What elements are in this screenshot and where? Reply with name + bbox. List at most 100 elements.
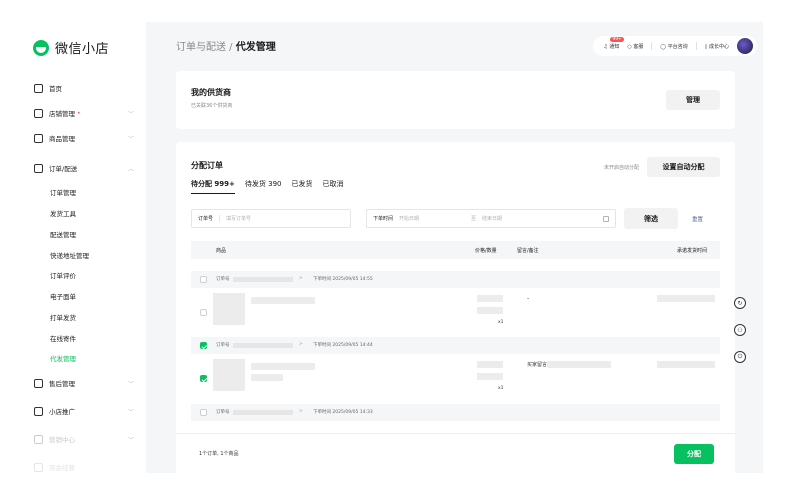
- app-window: 微信小店 首页 店铺管理 • ﹀ 商品管理 ﹀ 订单/配送 ︿ 订单管理 发货工…: [0, 0, 785, 494]
- chevron-down-icon: ﹀: [127, 380, 134, 388]
- brand[interactable]: 微信小店: [33, 38, 109, 57]
- robot-icon[interactable]: ⚇: [734, 324, 746, 336]
- assign-title: 分配订单: [191, 161, 223, 170]
- sidebar-item-store[interactable]: 店铺管理 • ﹀: [34, 105, 134, 121]
- sidebar-subitem-eform[interactable]: 电子面单: [50, 291, 76, 301]
- manage-button[interactable]: 管理: [666, 90, 720, 110]
- order-number-field[interactable]: 订单号 填写订单号: [191, 209, 351, 228]
- sidebar-subitem-dropship[interactable]: 代发管理: [50, 353, 76, 363]
- breadcrumb: 订单与配送 / 代发管理: [176, 38, 276, 53]
- sidebar-item-label: 资金结算: [49, 464, 75, 472]
- auto-assign-button[interactable]: 设置自动分配: [647, 157, 720, 177]
- sidebar-subitem-print-ship[interactable]: 打单发货: [50, 312, 76, 322]
- tab-to-ship[interactable]: 待发货 390: [245, 179, 282, 194]
- wallet-icon: [34, 462, 43, 472]
- chat-icon: ◯: [660, 43, 667, 50]
- chevron-down-icon: ﹀: [127, 408, 134, 416]
- sidebar-item-label: 小店推广: [49, 408, 75, 416]
- main-content: 订单与配送 / 代发管理 ♫ 通知 99+ ○ 客服 ◯ 平台咨询 ▯ 成长中心…: [146, 22, 763, 473]
- divider: [651, 42, 653, 50]
- calendar-icon: [603, 215, 609, 222]
- order-number-label: 订单号: [216, 277, 230, 282]
- chevron-right-icon[interactable]: >: [299, 342, 303, 347]
- refresh-icon[interactable]: ↻: [734, 297, 746, 309]
- sidebar-subitem-address[interactable]: 快递地址管理: [50, 250, 89, 260]
- sidebar-item-label: 首页: [49, 85, 62, 93]
- quantity: x1: [498, 320, 504, 325]
- service-label: 客服: [633, 43, 644, 50]
- order-number-placeholder-bar: [233, 343, 293, 348]
- sidebar-item-marketing[interactable]: 营销中心 ﹀: [34, 431, 134, 447]
- sidebar-subitem-online-send[interactable]: 在线寄件: [50, 333, 76, 343]
- order-checkbox[interactable]: [200, 276, 207, 283]
- order-number-label: 订单号: [216, 410, 230, 415]
- chevron-up-icon: ︿: [127, 165, 134, 173]
- order-number-placeholder-bar: [233, 410, 293, 415]
- order-checkbox[interactable]: [200, 409, 207, 416]
- order-time-range[interactable]: 下单时间 开始日期 至 结束日期: [366, 209, 616, 228]
- power-icon[interactable]: ⏻: [734, 351, 746, 363]
- table-header: 商品 价格/数量 留言/备注 承诺发货时间: [191, 241, 720, 259]
- row-checkbox-checked[interactable]: [200, 375, 207, 382]
- col-price: 价格/数量: [475, 248, 497, 254]
- ship-time-skeleton: [657, 295, 715, 302]
- ship-time-skeleton: [657, 361, 715, 368]
- order-number-label: 订单号: [198, 216, 214, 222]
- assign-orders-card: 分配订单 未开启自动分配 设置自动分配 待分配 999+ 待发货 390 已发货…: [176, 142, 735, 473]
- order-icon: [34, 163, 43, 173]
- sidebar-item-aftersale[interactable]: 售后管理 ﹀: [34, 375, 134, 391]
- chevron-down-icon: ﹀: [127, 436, 134, 444]
- growth-button[interactable]: ▯ 成长中心: [705, 43, 729, 50]
- order-group-header: 订单号 > 下单时间 2025/09/05 14:55: [191, 271, 720, 288]
- avatar[interactable]: [737, 38, 753, 54]
- breadcrumb-parent[interactable]: 订单与配送 /: [176, 42, 236, 53]
- sidebar-subitem-order-manage[interactable]: 订单管理: [50, 187, 76, 197]
- table-row: x1 -: [191, 290, 720, 335]
- tab-pending[interactable]: 待分配 999+: [191, 179, 235, 194]
- order-checkbox-checked[interactable]: [200, 342, 207, 349]
- auto-assign-status: 未开启自动分配: [603, 165, 639, 171]
- refresh-icon: [34, 378, 43, 388]
- sidebar-item-funds[interactable]: 资金结算: [34, 459, 134, 473]
- order-time: 下单时间 2025/09/05 14:55: [313, 277, 373, 282]
- header-toolbox: ♫ 通知 99+ ○ 客服 ◯ 平台咨询 ▯ 成长中心: [593, 36, 757, 56]
- chevron-down-icon: ﹀: [127, 135, 134, 143]
- tab-shipped[interactable]: 已发货: [292, 179, 313, 194]
- tab-cancelled[interactable]: 已取消: [323, 179, 344, 194]
- bell-icon: ♫: [603, 43, 608, 50]
- notice-button[interactable]: ♫ 通知 99+: [603, 36, 624, 50]
- chart-icon: [34, 406, 43, 416]
- filter-button[interactable]: 筛选: [624, 208, 678, 229]
- chevron-right-icon[interactable]: >: [299, 276, 303, 281]
- product-image: [213, 359, 245, 391]
- order-group-header: 订单号 > 下单时间 2025/09/05 14:44: [191, 337, 720, 354]
- sidebar-subitem-reviews[interactable]: 订单评价: [50, 270, 76, 280]
- notice-badge: 99+: [610, 36, 624, 42]
- gift-icon: [34, 434, 43, 444]
- brand-name: 微信小店: [55, 42, 110, 57]
- notice-label: 通知: [609, 43, 620, 50]
- divider: [219, 215, 221, 222]
- end-date-input[interactable]: 结束日期: [482, 215, 502, 222]
- sidebar-subitem-ship-tools[interactable]: 发货工具: [50, 208, 76, 218]
- sidebar-item-label: 店铺管理: [49, 110, 75, 118]
- sidebar-item-products[interactable]: 商品管理 ﹀: [34, 130, 134, 146]
- sidebar-item-label: 订单/配送: [49, 165, 78, 173]
- order-tabs: 待分配 999+ 待发货 390 已发货 已取消: [191, 179, 344, 194]
- reset-link[interactable]: 重置: [692, 215, 703, 223]
- start-date-input[interactable]: 开始日期: [399, 215, 419, 222]
- service-button[interactable]: ○ 客服: [627, 43, 643, 50]
- order-group-header: 订单号 > 下单时间 2025/09/05 14:33: [191, 404, 720, 421]
- topbar: 订单与配送 / 代发管理 ♫ 通知 99+ ○ 客服 ◯ 平台咨询 ▯ 成长中心: [146, 22, 763, 70]
- quantity: x1: [498, 386, 504, 391]
- sidebar-item-orders[interactable]: 订单/配送 ︿: [34, 160, 134, 176]
- sidebar-item-promotion[interactable]: 小店推广 ﹀: [34, 403, 134, 419]
- chevron-right-icon[interactable]: >: [299, 409, 303, 414]
- sidebar-subitem-delivery[interactable]: 配送管理: [50, 229, 76, 239]
- assign-button[interactable]: 分配: [674, 444, 714, 464]
- sidebar-item-home[interactable]: 首页: [34, 80, 134, 96]
- row-checkbox[interactable]: [200, 309, 207, 316]
- table-row: x1 买家留言: [191, 356, 720, 401]
- page-title: 代发管理: [235, 42, 276, 53]
- consult-button[interactable]: ◯ 平台咨询: [660, 43, 687, 50]
